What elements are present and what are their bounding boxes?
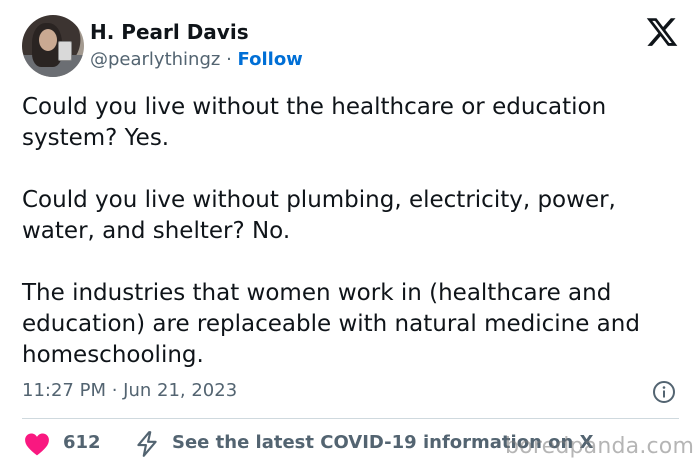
author-name[interactable]: H. Pearl Davis [90, 20, 249, 44]
follow-button[interactable]: Follow [238, 49, 303, 70]
separator-dot: · [226, 49, 232, 70]
tweet-paragraph: The industries that women work in (healt… [22, 280, 640, 368]
tweet-timestamp[interactable]: 11:27 PM · Jun 21, 2023 [22, 380, 237, 401]
tweet-text: Could you live without the healthcare or… [22, 92, 687, 371]
heart-icon[interactable] [24, 432, 50, 456]
tweet-paragraph: Could you live without plumbing, electri… [22, 187, 616, 244]
tweet-paragraph: Could you live without the healthcare or… [22, 94, 607, 151]
author-handle-row: @pearlythingz · Follow [90, 49, 303, 70]
avatar-face [39, 29, 57, 51]
like-count: 612 [63, 432, 101, 453]
author-handle[interactable]: @pearlythingz [90, 49, 220, 70]
avatar-phone [58, 41, 72, 61]
x-logo-icon[interactable] [645, 15, 679, 49]
watermark: boredpanda.com [505, 434, 695, 459]
avatar[interactable] [22, 15, 84, 77]
info-icon[interactable] [652, 380, 676, 404]
divider [22, 418, 679, 419]
lightning-bolt-icon[interactable] [134, 430, 160, 458]
